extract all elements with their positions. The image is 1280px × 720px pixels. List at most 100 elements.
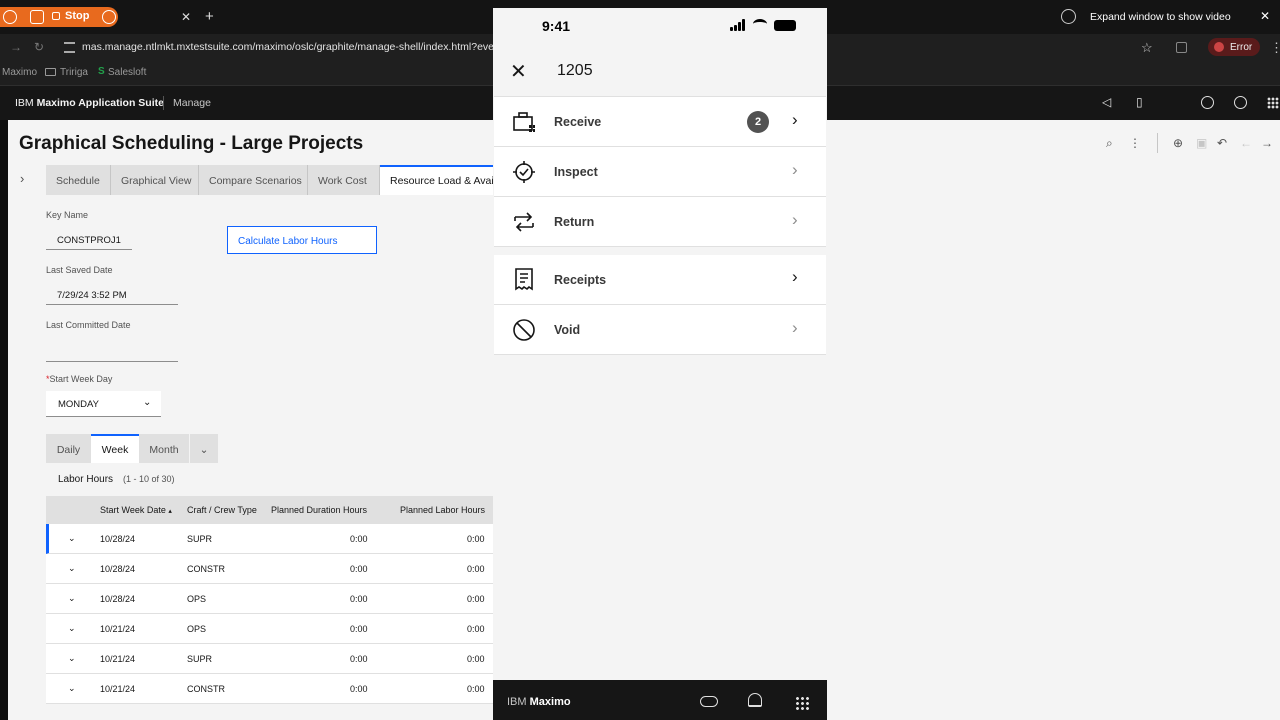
bookmark-star-icon[interactable]: ☆	[1141, 40, 1153, 56]
view-week[interactable]: Week	[91, 434, 139, 463]
folder-icon	[45, 68, 56, 76]
col-planned-duration[interactable]: Planned Duration Hours	[271, 505, 367, 515]
expand-panel-icon[interactable]: ›	[20, 171, 24, 186]
mobile-brand-name: Maximo	[529, 696, 571, 708]
view-month[interactable]: Month	[139, 434, 189, 463]
pause-icon[interactable]	[30, 10, 44, 24]
cell-start-week-date: 10/28/24	[100, 564, 136, 574]
app-name: Manage	[173, 97, 211, 109]
undo-icon[interactable]: ↶	[1217, 136, 1227, 150]
menu-item-return[interactable]	[494, 197, 826, 247]
view-daily[interactable]: Daily	[46, 434, 91, 463]
menu-item-void[interactable]	[494, 305, 826, 355]
last-saved-label: Last Saved Date	[46, 265, 113, 275]
menu-label-inspect: Inspect	[554, 165, 598, 179]
row-expand-icon[interactable]: ⌄	[68, 683, 76, 694]
calculate-labor-hours-button[interactable]: Calculate Labor Hours	[227, 226, 377, 254]
cell-planned-labor: 0:00	[467, 594, 485, 604]
tab-schedule[interactable]: Schedule	[46, 165, 111, 195]
cell-planned-labor: 0:00	[467, 534, 485, 544]
tab-work-cost[interactable]: Work Cost	[308, 165, 380, 195]
menu-item-receive[interactable]	[494, 97, 826, 147]
tab-close-icon[interactable]: ✕	[181, 10, 191, 24]
error-label: Error	[1230, 42, 1253, 53]
menu-item-inspect[interactable]	[494, 147, 826, 197]
extensions-icon[interactable]	[1176, 42, 1187, 53]
row-expand-icon[interactable]: ⌄	[68, 593, 76, 604]
key-name-label: Key Name	[46, 210, 89, 220]
chevron-right-icon: ›	[792, 210, 798, 229]
site-info-icon[interactable]	[64, 42, 75, 53]
col-start-week-date[interactable]: Start Week Date ▴	[100, 505, 172, 515]
toolbar-divider	[1157, 133, 1158, 153]
close-notice-icon[interactable]: ✕	[1260, 9, 1270, 23]
recorder-user-icon[interactable]	[3, 10, 17, 24]
suite-brand[interactable]: IBM Maximo Application Suite	[15, 97, 164, 109]
menu-item-receipts[interactable]	[494, 255, 826, 305]
col-craft[interactable]: Craft / Crew Type	[187, 505, 257, 515]
cell-planned-duration: 0:00	[350, 684, 368, 694]
reload-icon[interactable]: ↻	[34, 40, 44, 54]
cell-start-week-date: 10/21/24	[100, 684, 136, 694]
app-switcher-icon[interactable]	[1267, 97, 1279, 109]
col-planned-labor[interactable]: Planned Labor Hours	[400, 505, 485, 515]
add-icon[interactable]: ⊕	[1173, 136, 1183, 150]
status-time: 9:41	[542, 18, 571, 34]
left-edge	[0, 120, 8, 720]
void-icon	[513, 319, 535, 341]
last-committed-field	[46, 342, 178, 362]
announcement-icon[interactable]: ◁	[1102, 95, 1111, 109]
forward-icon[interactable]: →	[10, 40, 22, 54]
new-tab-icon[interactable]: +	[205, 8, 214, 25]
previous-record-icon[interactable]: ←	[1240, 136, 1252, 150]
next-record-icon[interactable]: →	[1261, 136, 1273, 150]
receive-icon	[513, 112, 535, 132]
table-count: (1 - 10 of 30)	[123, 474, 175, 484]
cloud-sync-icon[interactable]	[700, 696, 718, 707]
bookmark-maximo[interactable]: Maximo	[2, 67, 37, 78]
bookmark-salesloft[interactable]: Salesloft	[108, 67, 146, 78]
inspect-icon	[513, 161, 535, 183]
row-expand-icon[interactable]: ⌄	[68, 623, 76, 634]
header-divider	[163, 96, 164, 110]
page-title: Graphical Scheduling - Large Projects	[19, 133, 364, 154]
app-menu-icon[interactable]	[795, 696, 809, 710]
key-name-field[interactable]: CONSTPROJ1	[46, 230, 132, 250]
restart-icon[interactable]	[102, 10, 116, 24]
help-icon[interactable]	[1201, 96, 1214, 109]
close-icon[interactable]: ✕	[510, 59, 527, 84]
user-profile-icon[interactable]	[1234, 96, 1247, 109]
view-more-icon[interactable]: ⌄	[190, 434, 218, 463]
chevron-right-icon: ›	[792, 318, 798, 337]
start-week-day-label-text: Start Week Day	[49, 374, 113, 384]
stop-button[interactable]: Stop	[65, 10, 89, 22]
search-icon[interactable]: ⌕	[1106, 136, 1113, 151]
tab-resource-load[interactable]: Resource Load & Avail	[380, 165, 494, 195]
cell-start-week-date: 10/21/24	[100, 624, 136, 634]
overflow-menu-icon[interactable]: ⋮	[1129, 136, 1141, 150]
save-icon[interactable]: ▣	[1196, 136, 1207, 150]
bookmark-tririga[interactable]: Tririga	[60, 67, 88, 78]
tab-compare-scenarios[interactable]: Compare Scenarios	[199, 165, 308, 195]
chevron-down-icon[interactable]: ⌄	[143, 397, 151, 408]
row-expand-icon[interactable]: ⌄	[68, 563, 76, 574]
tab-graphical-view[interactable]: Graphical View	[111, 165, 199, 195]
stop-icon[interactable]	[52, 12, 60, 20]
cell-planned-duration: 0:00	[350, 624, 368, 634]
notification-bell-icon[interactable]	[748, 693, 762, 707]
chevron-right-icon: ›	[792, 110, 798, 129]
url-field[interactable]: mas.manage.ntlmkt.mxtestsuite.com/maximo…	[82, 41, 503, 53]
clipboard-icon[interactable]: ▯	[1136, 95, 1143, 109]
receipts-icon	[515, 268, 533, 291]
cell-start-week-date: 10/21/24	[100, 654, 136, 664]
row-expand-icon[interactable]: ⌄	[68, 653, 76, 664]
battery-icon	[774, 20, 796, 31]
menu-label-return: Return	[554, 215, 595, 229]
row-expand-icon[interactable]: ⌄	[68, 533, 76, 544]
more-menu-icon[interactable]: ⋮	[1270, 40, 1280, 56]
cell-planned-duration: 0:00	[350, 594, 368, 604]
expand-video-icon[interactable]	[1061, 9, 1076, 24]
signal-icon	[730, 19, 747, 31]
cell-craft: OPS	[187, 594, 207, 604]
cell-start-week-date: 10/28/24	[100, 534, 136, 544]
